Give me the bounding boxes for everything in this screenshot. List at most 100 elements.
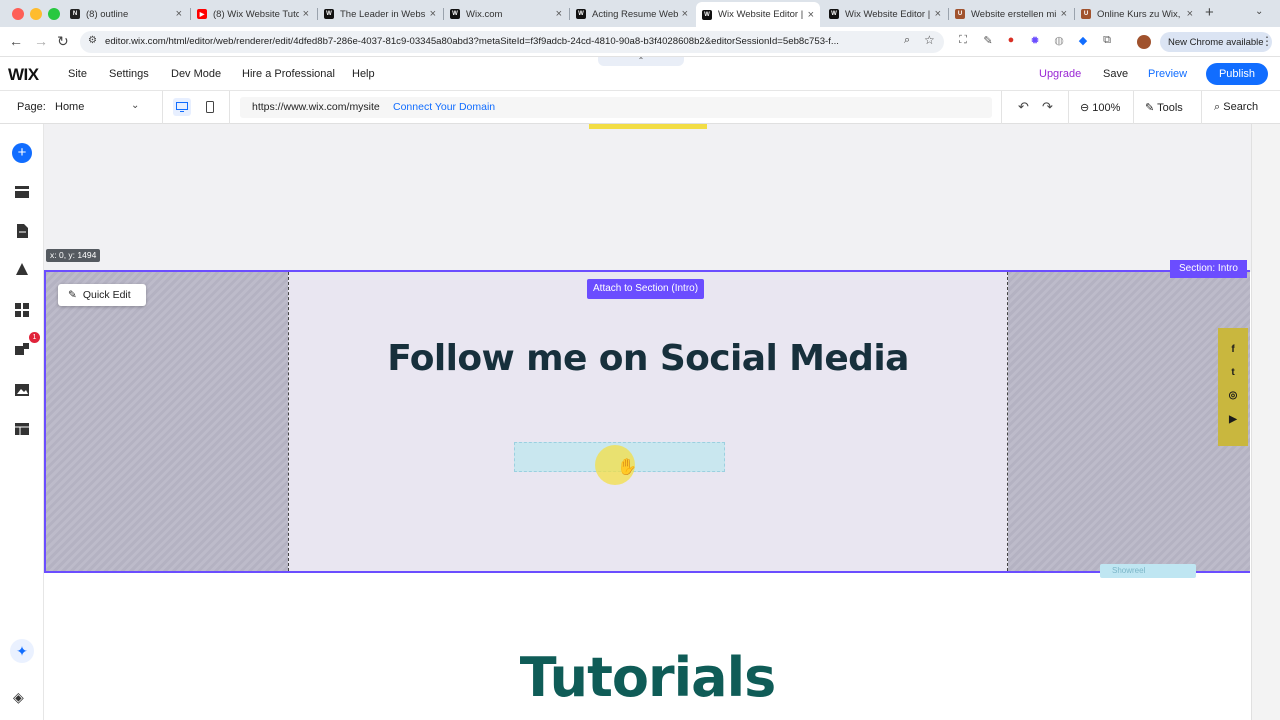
menu-dev-mode[interactable]: Dev Mode bbox=[171, 68, 221, 80]
ai-assistant-icon[interactable]: ✦ bbox=[10, 639, 34, 663]
update-chrome-badge[interactable]: New Chrome available bbox=[1160, 32, 1272, 52]
browser-tab[interactable]: W Acting Resume Webs × bbox=[570, 4, 694, 24]
extension-red-icon[interactable]: ● bbox=[1004, 33, 1018, 47]
eyedropper-icon[interactable]: ✎ bbox=[981, 33, 995, 47]
follow-me-heading[interactable]: Follow me on Social Media bbox=[289, 338, 1007, 379]
address-bar[interactable]: ⚙ editor.wix.com/html/editor/web/rendere… bbox=[80, 31, 944, 53]
search-label: Search bbox=[1223, 101, 1259, 113]
page-label: Page: bbox=[17, 101, 46, 113]
browser-tab-active[interactable]: W Wix Website Editor | × bbox=[696, 2, 820, 27]
desktop-view-icon[interactable] bbox=[173, 98, 191, 116]
screen-capture-icon[interactable]: ⛶ bbox=[956, 33, 970, 47]
instagram-icon[interactable]: ◎ bbox=[1218, 390, 1248, 401]
tools-button[interactable]: ✎ Tools bbox=[1145, 101, 1183, 114]
bookmark-star-icon[interactable]: ☆ bbox=[924, 33, 935, 47]
save-button[interactable]: Save bbox=[1103, 68, 1128, 80]
cms-icon[interactable] bbox=[13, 420, 31, 438]
browser-tab[interactable]: ▶ (8) Wix Website Tuto × bbox=[191, 4, 315, 24]
minimize-window-button[interactable] bbox=[30, 8, 42, 20]
site-info-icon[interactable]: ⚙ bbox=[88, 35, 97, 46]
apps-icon[interactable] bbox=[13, 301, 31, 319]
browser-tab[interactable]: W Wix Website Editor | × bbox=[823, 4, 947, 24]
youtube-icon: ▶ bbox=[197, 9, 207, 19]
chrome-menu-icon[interactable]: ⋮ bbox=[1261, 34, 1273, 48]
menu-settings[interactable]: Settings bbox=[109, 68, 149, 80]
new-tab-icon[interactable]: + bbox=[1205, 4, 1214, 21]
browser-tab[interactable]: U Online Kurs zu Wix, I × bbox=[1075, 4, 1199, 24]
tab-title: Website erstellen mi bbox=[971, 8, 1057, 20]
section-intro[interactable]: ✎ Quick Edit Attach to Section (Intro) Se… bbox=[44, 260, 1250, 573]
media-icon[interactable] bbox=[13, 381, 31, 399]
reload-icon[interactable]: ↻ bbox=[57, 33, 69, 50]
wix-editor-bar: Page: Home ⌄ https://www.wix.com/mysite … bbox=[0, 91, 1280, 124]
youtube-icon[interactable]: ▶ bbox=[1218, 414, 1248, 425]
pages-icon[interactable] bbox=[13, 222, 31, 240]
close-tab-icon[interactable]: × bbox=[1187, 8, 1193, 20]
back-arrow-icon[interactable]: ← bbox=[9, 33, 23, 49]
close-window-button[interactable] bbox=[12, 8, 24, 20]
zoom-control[interactable]: ⊖ 100% bbox=[1080, 101, 1120, 114]
tab-title: Online Kurs zu Wix, I bbox=[1097, 8, 1183, 20]
close-tab-icon[interactable]: × bbox=[1061, 8, 1067, 20]
maximize-window-button[interactable] bbox=[48, 8, 60, 20]
chevron-down-icon[interactable]: ⌄ bbox=[131, 100, 139, 111]
close-tab-icon[interactable]: × bbox=[808, 9, 814, 21]
browser-tab[interactable]: N (8) outline × bbox=[64, 4, 188, 24]
canvas-right-gutter bbox=[1251, 124, 1280, 720]
browser-tab[interactable]: W Wix.com × bbox=[444, 4, 568, 24]
extension-purple-icon[interactable]: ✹ bbox=[1028, 33, 1042, 47]
mobile-view-icon[interactable] bbox=[203, 98, 217, 116]
showreel-anchor-chip[interactable]: Showreel bbox=[1100, 564, 1196, 578]
undo-icon[interactable]: ↶ bbox=[1018, 99, 1029, 115]
menu-site[interactable]: Site bbox=[68, 68, 87, 80]
section-name-tag[interactable]: Section: Intro bbox=[1170, 260, 1247, 278]
close-tab-icon[interactable]: × bbox=[556, 8, 562, 20]
yellow-element-edge[interactable] bbox=[589, 124, 707, 129]
twitter-icon[interactable]: t bbox=[1218, 367, 1248, 378]
site-url: https://www.wix.com/mysite bbox=[252, 101, 380, 113]
tab-search-chevron-icon[interactable]: ⌄ bbox=[1255, 6, 1263, 17]
address-url: editor.wix.com/html/editor/web/renderer/… bbox=[105, 36, 839, 47]
browser-tab[interactable]: W The Leader in Websit × bbox=[318, 4, 442, 24]
browser-tab[interactable]: U Website erstellen mi × bbox=[949, 4, 1073, 24]
sections-icon[interactable] bbox=[13, 183, 31, 201]
extensions-puzzle-icon[interactable]: ⧉ bbox=[1100, 33, 1114, 47]
wix-icon: W bbox=[324, 9, 334, 19]
search-button[interactable]: ⌕ Search bbox=[1214, 101, 1258, 114]
social-bar[interactable]: f t ◎ ▶ bbox=[1218, 328, 1248, 446]
editor-canvas[interactable]: x: 0, y: 1494 ✎ Quick Edit Attach to Sect… bbox=[44, 124, 1251, 720]
close-tab-icon[interactable]: × bbox=[935, 8, 941, 20]
tab-title: Wix Website Editor | bbox=[718, 9, 804, 20]
wix-logo[interactable]: WIX bbox=[8, 65, 39, 85]
extension-blue-icon[interactable]: ◆ bbox=[1076, 33, 1090, 47]
connect-domain-link[interactable]: Connect Your Domain bbox=[393, 101, 495, 113]
add-elements-icon[interactable]: + bbox=[12, 143, 32, 163]
facebook-icon[interactable]: f bbox=[1218, 344, 1248, 355]
udemy-icon: U bbox=[955, 9, 965, 19]
redo-icon[interactable]: ↷ bbox=[1042, 99, 1053, 115]
close-tab-icon[interactable]: × bbox=[430, 8, 436, 20]
close-tab-icon[interactable]: × bbox=[682, 8, 688, 20]
collapse-topbar-handle[interactable]: ⌃ bbox=[598, 57, 684, 66]
zoom-lens-icon[interactable]: ⌕ bbox=[904, 34, 910, 47]
quick-edit-button[interactable]: ✎ Quick Edit bbox=[58, 284, 146, 306]
page-selector[interactable]: Home bbox=[55, 101, 84, 113]
layers-icon[interactable]: ◈ bbox=[13, 689, 24, 706]
design-icon[interactable] bbox=[13, 261, 31, 279]
profile-avatar[interactable] bbox=[1137, 35, 1151, 49]
notification-badge: 1 bbox=[29, 332, 40, 343]
business-apps-icon[interactable] bbox=[13, 341, 31, 359]
preview-button[interactable]: Preview bbox=[1148, 68, 1187, 80]
tutorials-heading[interactable]: Tutorials bbox=[44, 646, 1251, 709]
menu-hire-a-professional[interactable]: Hire a Professional bbox=[242, 68, 335, 80]
extension-grey-icon[interactable]: ◍ bbox=[1052, 33, 1066, 47]
close-tab-icon[interactable]: × bbox=[176, 8, 182, 20]
section-content-area[interactable] bbox=[289, 272, 1007, 571]
zoom-value: 100% bbox=[1092, 102, 1121, 114]
previous-section[interactable]: x: 0, y: 1494 bbox=[44, 124, 1251, 272]
publish-button[interactable]: Publish bbox=[1206, 63, 1268, 85]
menu-help[interactable]: Help bbox=[352, 68, 375, 80]
upgrade-button[interactable]: Upgrade bbox=[1039, 68, 1081, 80]
forward-arrow-icon[interactable]: → bbox=[34, 33, 48, 49]
close-tab-icon[interactable]: × bbox=[303, 8, 309, 20]
